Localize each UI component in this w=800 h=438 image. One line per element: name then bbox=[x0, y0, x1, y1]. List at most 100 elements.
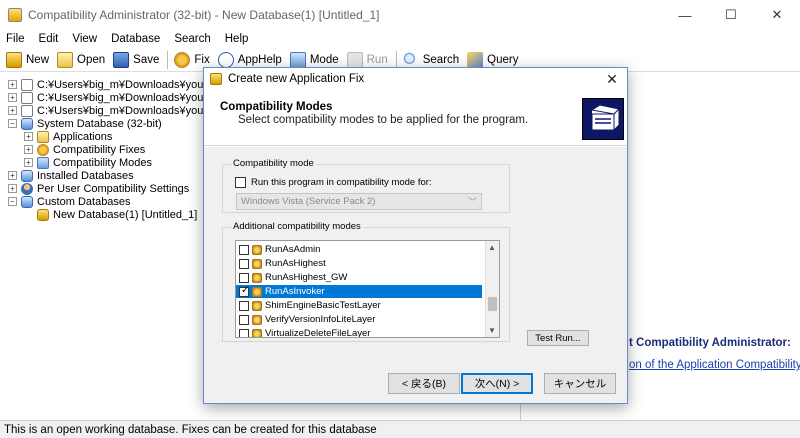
status-text: This is an open working database. Fixes … bbox=[4, 423, 377, 436]
menu-bar: File Edit View Database Search Help bbox=[0, 30, 800, 48]
minimize-button[interactable]: — bbox=[662, 0, 708, 30]
details-heading: t Compatibility Administrator: bbox=[629, 337, 791, 349]
expand-icon[interactable]: + bbox=[8, 80, 17, 89]
os-version-select[interactable]: Windows Vista (Service Pack 2) ﹀ bbox=[236, 193, 482, 210]
tree-item-file[interactable]: + C:¥Users¥big_m¥Downloads¥youmu¥th0 bbox=[8, 78, 205, 91]
menu-edit[interactable]: Edit bbox=[39, 33, 59, 45]
open-button[interactable]: Open bbox=[57, 49, 105, 71]
mode-label: RunAsHighest bbox=[265, 258, 326, 269]
dialog-title-bar: Create new Application Fix ✕ bbox=[204, 68, 627, 90]
checkbox[interactable] bbox=[239, 300, 249, 311]
list-item[interactable]: ShimEngineBasicTestLayer bbox=[236, 299, 482, 312]
list-item[interactable]: VirtualizeDeleteFileLayer bbox=[236, 327, 482, 338]
tree-item-label: C:¥Users¥big_m¥Downloads¥youmu¥th0 bbox=[37, 78, 205, 91]
expand-icon[interactable]: + bbox=[8, 184, 17, 193]
tree-item-label: Custom Databases bbox=[37, 195, 131, 208]
info-icon bbox=[217, 51, 234, 68]
mode-label: VirtualizeDeleteFileLayer bbox=[265, 328, 371, 338]
database-icon bbox=[21, 169, 33, 182]
fix-icon bbox=[174, 51, 191, 68]
status-bar: This is an open working database. Fixes … bbox=[0, 420, 800, 438]
collapse-icon[interactable]: − bbox=[8, 197, 17, 206]
save-label: Save bbox=[133, 53, 160, 66]
expand-icon[interactable]: + bbox=[8, 106, 17, 115]
checkbox-checked[interactable]: ✓ bbox=[239, 285, 249, 297]
run-compat-checkbox[interactable]: Run this program in compatibility mode f… bbox=[235, 177, 432, 188]
tree-item-file[interactable]: + C:¥Users¥big_m¥Downloads¥youmu¥th0 bbox=[8, 91, 205, 104]
checkbox[interactable] bbox=[239, 314, 249, 325]
tree-item-compat-modes[interactable]: + Compatibility Modes bbox=[24, 156, 152, 169]
checkbox-label: Run this program in compatibility mode f… bbox=[251, 177, 432, 188]
expand-icon[interactable]: + bbox=[24, 132, 33, 141]
database-icon bbox=[21, 195, 33, 208]
group-label: Compatibility mode bbox=[231, 158, 316, 169]
menu-database[interactable]: Database bbox=[111, 33, 160, 45]
save-button[interactable]: Save bbox=[113, 49, 159, 71]
expand-icon[interactable]: + bbox=[24, 158, 33, 167]
app-icon bbox=[8, 8, 22, 22]
checkbox[interactable] bbox=[239, 272, 249, 283]
new-label: New bbox=[26, 53, 50, 66]
list-item-selected[interactable]: ✓ RunAsInvoker bbox=[236, 285, 482, 298]
close-button[interactable]: ✕ bbox=[754, 0, 800, 30]
menu-file[interactable]: File bbox=[6, 33, 25, 45]
mode-label: RunAsHighest_GW bbox=[265, 272, 348, 283]
database-icon bbox=[210, 73, 222, 85]
cancel-button[interactable]: キャンセル bbox=[544, 373, 616, 394]
tree-item-new-db[interactable]: New Database(1) [Untitled_1] bbox=[24, 208, 198, 221]
list-scrollbar[interactable]: ▲ ▼ bbox=[485, 241, 499, 337]
scrollbar-thumb[interactable] bbox=[488, 297, 497, 311]
mode-icon bbox=[252, 300, 262, 311]
chevron-up-icon[interactable]: ▲ bbox=[488, 243, 496, 252]
mode-icon bbox=[37, 156, 49, 169]
list-item[interactable]: RunAsHighest bbox=[236, 257, 482, 270]
list-item[interactable]: RunAsAdmin bbox=[236, 243, 482, 256]
query-label: Query bbox=[487, 53, 519, 66]
tree-item-file[interactable]: + C:¥Users¥big_m¥Downloads¥youmu¥th0 bbox=[8, 104, 205, 117]
menu-help[interactable]: Help bbox=[225, 33, 249, 45]
tree-item-system-db[interactable]: − System Database (32-bit) bbox=[8, 117, 162, 130]
new-button[interactable]: New bbox=[6, 49, 49, 71]
tree-item-custom-db[interactable]: − Custom Databases bbox=[8, 195, 131, 208]
expand-icon[interactable]: + bbox=[8, 93, 17, 102]
tree-item-per-user[interactable]: + Per User Compatibility Settings bbox=[8, 182, 189, 195]
dialog-close-button[interactable]: ✕ bbox=[597, 71, 627, 88]
additional-modes-group: Additional compatibility modes RunAsAdmi… bbox=[222, 221, 510, 342]
checkbox[interactable] bbox=[239, 258, 249, 269]
database-icon bbox=[37, 208, 49, 221]
list-item[interactable]: RunAsHighest_GW bbox=[236, 271, 482, 284]
query-icon bbox=[467, 51, 484, 68]
wizard-step-title: Compatibility Modes bbox=[220, 101, 333, 113]
tree-item-installed-db[interactable]: + Installed Databases bbox=[8, 169, 134, 182]
maximize-button[interactable]: ☐ bbox=[708, 0, 754, 30]
chevron-down-icon[interactable]: ▼ bbox=[488, 326, 496, 335]
mode-icon bbox=[252, 328, 262, 337]
list-item[interactable]: VerifyVersionInfoLiteLayer bbox=[236, 313, 482, 326]
tree-item-applications[interactable]: + Applications bbox=[24, 130, 112, 143]
compat-mode-group: Compatibility mode Run this program in c… bbox=[222, 158, 510, 213]
dialog-title: Create new Application Fix bbox=[228, 73, 365, 85]
expand-icon[interactable]: + bbox=[24, 145, 33, 154]
checkbox[interactable] bbox=[239, 244, 249, 255]
compat-modes-list[interactable]: RunAsAdmin RunAsHighest RunAsHighest_GW … bbox=[235, 240, 500, 338]
mode-label: VerifyVersionInfoLiteLayer bbox=[265, 314, 376, 325]
test-run-button[interactable]: Test Run... bbox=[527, 330, 589, 346]
tree-item-label: C:¥Users¥big_m¥Downloads¥youmu¥th0 bbox=[37, 91, 205, 104]
next-button[interactable]: 次へ(N) > bbox=[461, 373, 533, 394]
checkbox[interactable] bbox=[239, 328, 249, 337]
tree-item-label: Compatibility Fixes bbox=[53, 143, 146, 156]
user-icon bbox=[21, 182, 33, 195]
tree-item-compat-fixes[interactable]: + Compatibility Fixes bbox=[24, 143, 145, 156]
collapse-icon[interactable]: − bbox=[8, 119, 17, 128]
expand-icon[interactable]: + bbox=[8, 171, 17, 180]
toolkit-link[interactable]: on of the Application Compatibility Tool… bbox=[629, 359, 800, 371]
toolbox-icon bbox=[590, 104, 621, 132]
back-button[interactable]: < 戻る(B) bbox=[388, 373, 460, 394]
applications-icon bbox=[37, 130, 49, 143]
menu-search[interactable]: Search bbox=[174, 33, 210, 45]
wizard-header: Compatibility Modes Select compatibility… bbox=[204, 90, 627, 146]
checkbox[interactable] bbox=[235, 177, 246, 188]
mode-label: ShimEngineBasicTestLayer bbox=[265, 300, 381, 311]
window-title: Compatibility Administrator (32-bit) - N… bbox=[28, 8, 380, 22]
menu-view[interactable]: View bbox=[72, 33, 97, 45]
